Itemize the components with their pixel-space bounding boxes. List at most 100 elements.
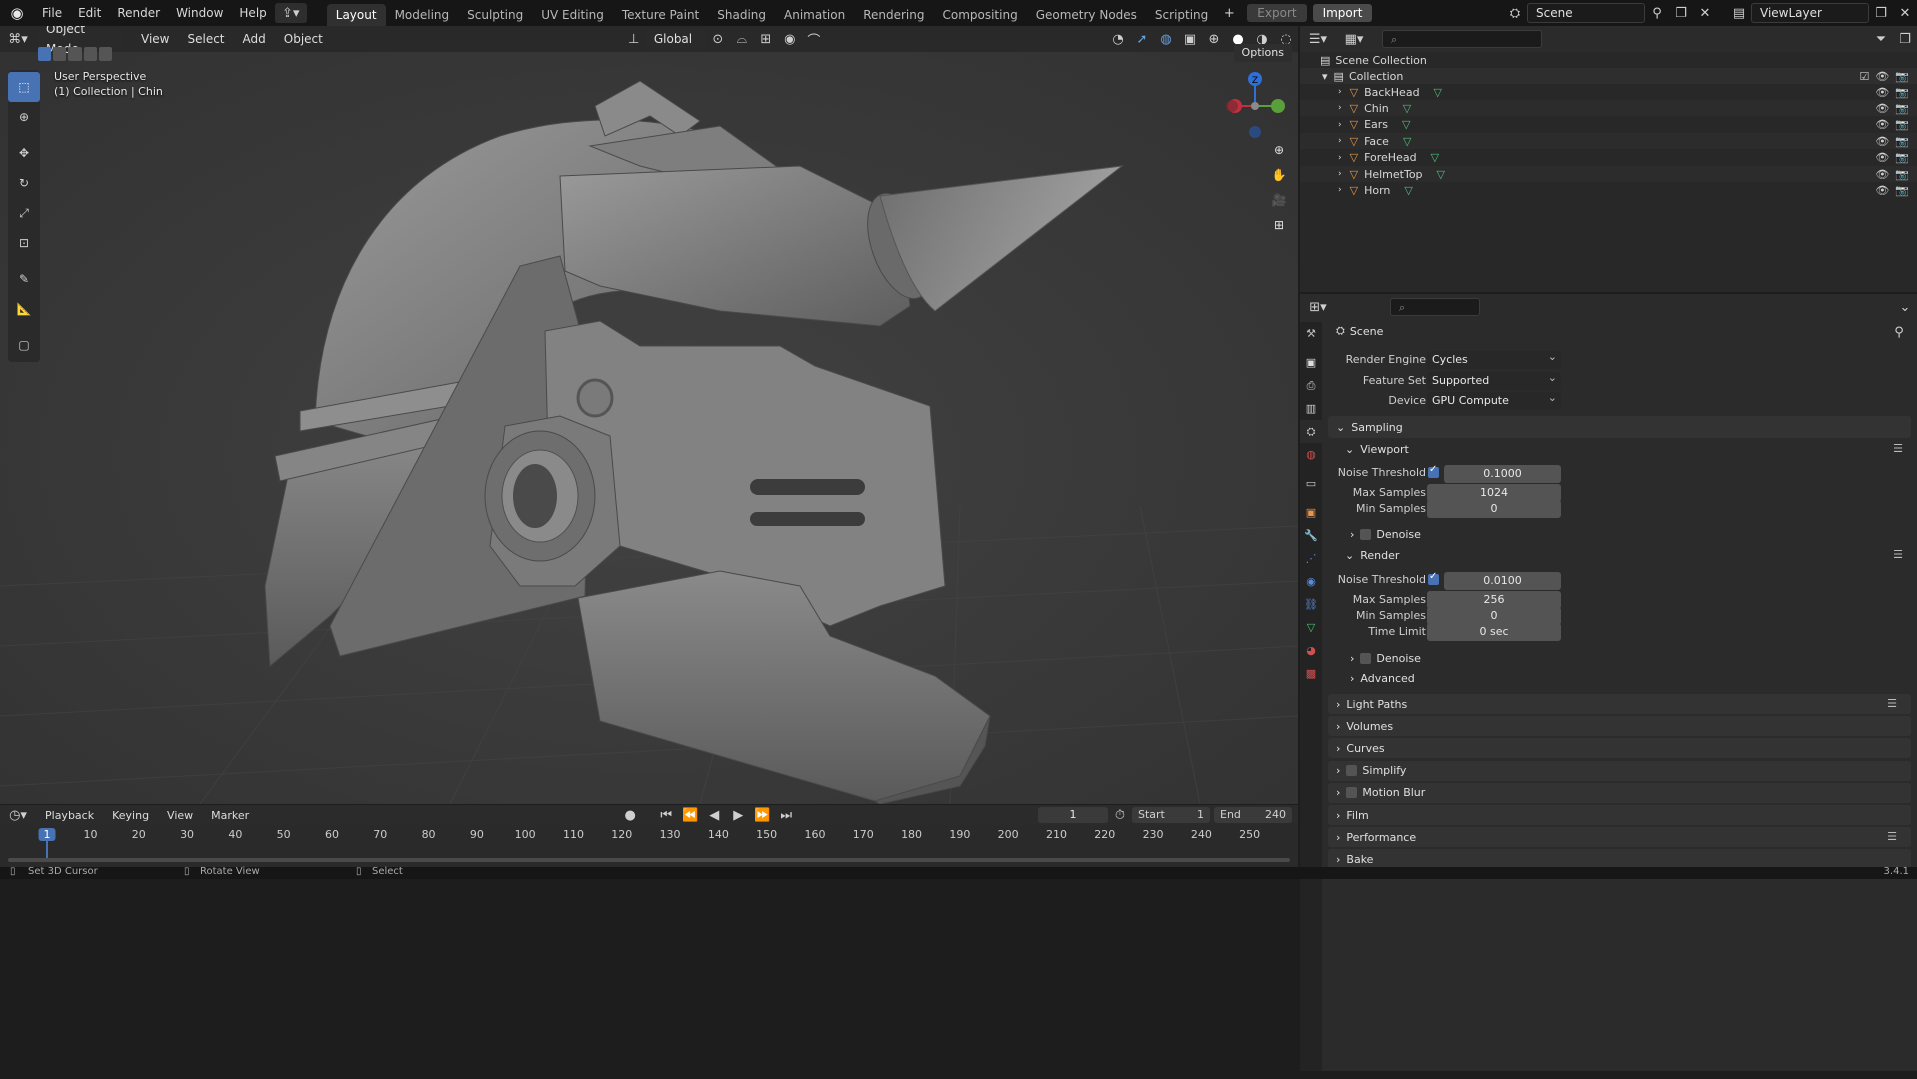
pan-hand-icon[interactable]: ✋ (1266, 163, 1292, 187)
render-camera-icon[interactable]: 📷 (1895, 151, 1909, 164)
pivot-icon[interactable]: ⊙ (706, 29, 730, 49)
tab-sculpting[interactable]: Sculpting (458, 4, 532, 26)
world-tab-icon[interactable]: ◍ (1300, 443, 1322, 466)
viewport-preset-icon[interactable]: ☰ (1893, 442, 1903, 455)
panel-preset-icon[interactable]: ☰ (1887, 830, 1897, 843)
scale-icon[interactable]: ⤢ (8, 198, 40, 228)
viewport-denoise-checkbox[interactable] (1360, 529, 1372, 540)
viewport-subpanel[interactable]: ⌄ Viewport (1345, 443, 1409, 456)
viewport-menu-view[interactable]: View (132, 32, 178, 46)
sampling-panel-header[interactable]: ⌄ Sampling (1328, 416, 1911, 438)
include-checkbox-icon[interactable]: ☑ (1859, 70, 1869, 83)
tab-shading[interactable]: Shading (708, 4, 775, 26)
blender-logo-icon[interactable]: ◉ (0, 0, 34, 26)
snap-target-icon[interactable]: ⊞ (754, 29, 778, 49)
select-subtract-icon[interactable] (68, 47, 82, 61)
outliner-row-ears[interactable]: › ▽ Ears ▽ 👁 📷 (1300, 117, 1917, 133)
render-camera-icon[interactable]: 📷 (1895, 70, 1909, 83)
render-noise-checkbox[interactable] (1428, 571, 1439, 585)
orientation-dropdown[interactable]: Global (645, 29, 706, 49)
new-layer-icon[interactable]: ❐ (1869, 3, 1893, 23)
texture-tab-icon[interactable]: ▩ (1300, 662, 1322, 685)
time-limit-field[interactable]: 0 sec (1427, 623, 1561, 641)
viewport-canvas[interactable] (0, 26, 1298, 804)
render-camera-icon[interactable]: 📷 (1895, 102, 1909, 115)
viewport-min-field[interactable]: 0 (1427, 500, 1561, 518)
menu-render[interactable]: Render (109, 0, 168, 26)
tool-tab-icon[interactable]: ⚒ (1300, 322, 1322, 345)
properties-type-icon[interactable]: ⊞▾ (1300, 297, 1336, 317)
select-intersect-icon[interactable] (98, 47, 113, 61)
expand-arrow-icon[interactable]: › (1338, 185, 1342, 195)
menu-file[interactable]: File (34, 0, 70, 26)
zoom-icon[interactable]: ⊕ (1266, 138, 1292, 162)
rotate-icon[interactable]: ↻ (8, 168, 40, 198)
import-button[interactable]: Import (1312, 4, 1373, 22)
scene-tab-icon[interactable]: ⛭ (1300, 420, 1322, 443)
render-camera-icon[interactable]: 📷 (1895, 118, 1909, 131)
panel-checkbox[interactable] (1346, 765, 1358, 777)
viewport-menu-add[interactable]: Add (234, 32, 275, 46)
viewport-denoise-row[interactable]: › Denoise (1350, 528, 1421, 541)
eye-icon[interactable]: 👁 (1875, 118, 1889, 131)
panel-volumes[interactable]: › Volumes (1328, 716, 1911, 737)
editor-type-icon[interactable]: ⌘▾ (0, 29, 36, 49)
wireframe-shading-icon[interactable]: ⊕ (1202, 29, 1226, 49)
select-new-icon[interactable] (38, 47, 52, 61)
outliner-row-backhead[interactable]: › ▽ BackHead ▽ 👁 📷 (1300, 84, 1917, 100)
menu-edit[interactable]: Edit (70, 0, 109, 26)
select-mode-icons[interactable] (38, 47, 113, 61)
viewport-noise-field[interactable]: 0.1000 (1444, 465, 1561, 483)
visibility-icon[interactable]: ◔ (1106, 29, 1130, 49)
export-button[interactable]: Export (1247, 4, 1307, 22)
ortho-grid-icon[interactable]: ⊞ (1266, 213, 1292, 237)
new-scene-icon[interactable]: ❐ (1669, 3, 1693, 23)
overlay-icon[interactable]: ◍ (1154, 29, 1178, 49)
mode-dropdown[interactable]: Object Mode (38, 26, 122, 56)
viewport-noise-checkbox[interactable] (1428, 464, 1439, 478)
outliner-type-icon[interactable]: ☰▾ (1300, 29, 1336, 49)
close-layer-icon[interactable]: ✕ (1893, 3, 1917, 23)
eye-icon[interactable]: 👁 (1875, 151, 1889, 164)
tab-uv-editing[interactable]: UV Editing (532, 4, 613, 26)
eye-icon[interactable]: 👁 (1875, 86, 1889, 99)
camera-icon[interactable]: 🎥 (1266, 188, 1292, 212)
viewport-menu-object[interactable]: Object (275, 32, 332, 46)
expand-arrow-icon[interactable]: › (1338, 120, 1342, 130)
feature-set-dropdown[interactable]: Supported (1427, 369, 1561, 390)
render-camera-icon[interactable]: 📷 (1895, 184, 1909, 197)
view-layer-tab-icon[interactable]: ▥ (1300, 397, 1322, 420)
new-collection-icon[interactable]: ❐ (1893, 29, 1917, 49)
outliner-row-horn[interactable]: › ▽ Horn ▽ 👁 📷 (1300, 182, 1917, 198)
add-workspace-icon[interactable]: + (1217, 3, 1241, 23)
display-mode-icon[interactable]: ▦▾ (1336, 29, 1372, 49)
tab-modeling[interactable]: Modeling (386, 4, 459, 26)
outliner-row-chin[interactable]: › ▽ Chin ▽ 👁 📷 (1300, 100, 1917, 117)
timeline-scrollbar[interactable] (8, 858, 1290, 862)
outliner-row-helmettop[interactable]: › ▽ HelmetTop ▽ 👁 📷 (1300, 166, 1917, 182)
panel-film[interactable]: › Film (1328, 805, 1911, 825)
outliner-row-forehead[interactable]: › ▽ ForeHead ▽ 👁 📷 (1300, 150, 1917, 166)
modifier-tab-icon[interactable]: 🔧 (1300, 524, 1322, 547)
render-camera-icon[interactable]: 📷 (1895, 168, 1909, 181)
select-invert-icon[interactable] (83, 47, 97, 61)
proportional-icon[interactable]: ◉ (778, 29, 802, 49)
expand-arrow-icon[interactable]: › (1338, 87, 1342, 97)
outliner-row-face[interactable]: › ▽ Face ▽ 👁 📷 (1300, 133, 1917, 150)
panel-light-paths[interactable]: › Light Paths ☰ (1328, 694, 1911, 714)
eye-icon[interactable]: 👁 (1875, 168, 1889, 181)
render-denoise-checkbox[interactable] (1360, 653, 1372, 664)
render-noise-field[interactable]: 0.0100 (1444, 572, 1561, 590)
pin-icon[interactable]: ⚲ (1645, 3, 1669, 23)
device-dropdown[interactable]: GPU Compute (1427, 389, 1561, 410)
pin-properties-icon[interactable]: ⚲ (1887, 322, 1911, 342)
viewport-menu-select[interactable]: Select (178, 32, 233, 46)
view-layer-field[interactable]: ViewLayer (1751, 3, 1869, 23)
render-engine-dropdown[interactable]: Cycles (1427, 348, 1561, 369)
select-extend-icon[interactable] (53, 47, 67, 61)
filter-icon[interactable]: ⏷ (1869, 29, 1893, 49)
physics-tab-icon[interactable]: ◉ (1300, 570, 1322, 593)
upload-icon[interactable]: ⇪▾ (274, 3, 307, 23)
measure-icon[interactable]: 📐 (8, 294, 40, 324)
collection-tab-icon[interactable]: ▭ (1300, 472, 1322, 495)
